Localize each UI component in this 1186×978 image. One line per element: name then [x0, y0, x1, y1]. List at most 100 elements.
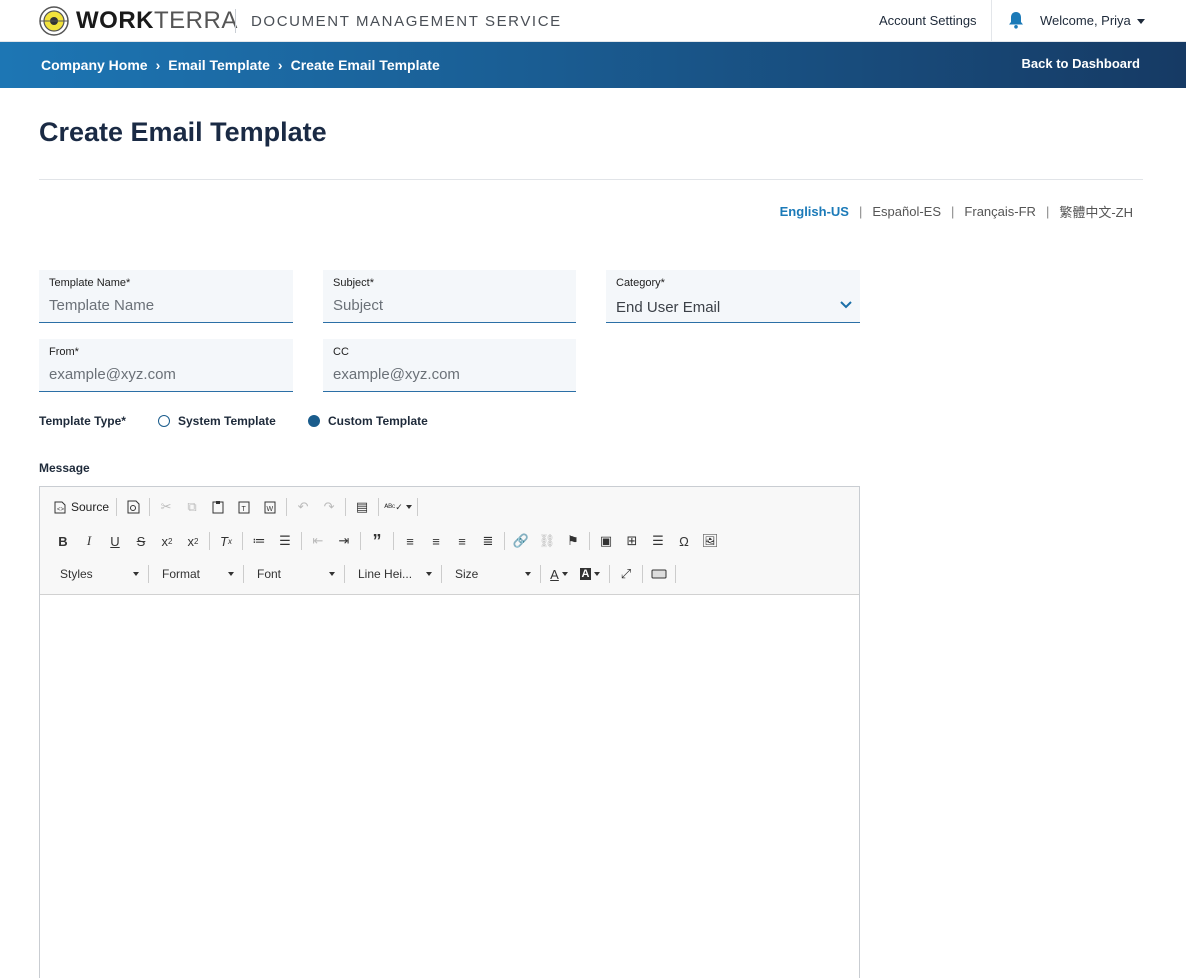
size-combo[interactable]: Size	[445, 563, 537, 585]
unlink-icon[interactable]: ⛓	[534, 530, 560, 552]
styles-combo[interactable]: Styles	[50, 563, 145, 585]
undo-icon[interactable]: ↶	[290, 496, 316, 518]
account-settings-link[interactable]: Account Settings	[879, 13, 977, 28]
toolbar-separator	[609, 565, 610, 583]
align-left-icon[interactable]: ≡	[397, 530, 423, 552]
top-header: WORKTERRA DOCUMENT MANAGEMENT SERVICE Ac…	[0, 0, 1186, 42]
outdent-icon[interactable]: ⇤	[305, 530, 331, 552]
align-right-icon[interactable]: ≡	[449, 530, 475, 552]
svg-text:<>: <>	[57, 507, 65, 513]
table-icon[interactable]: ⊞	[619, 530, 645, 552]
breadcrumb: Company Home › Email Template › Create E…	[41, 57, 440, 73]
toolbar-separator	[301, 532, 302, 550]
subscript-icon[interactable]: x2	[154, 530, 180, 552]
chevron-right-icon: ›	[277, 57, 283, 73]
placeholder-field-icon[interactable]	[646, 563, 672, 585]
user-menu[interactable]: Welcome, Priya	[1040, 13, 1145, 28]
toolbar-row-3: Styles Format Font Line Hei... Size A A …	[50, 562, 679, 586]
line-height-combo[interactable]: Line Hei...	[348, 563, 438, 585]
anchor-flag-icon[interactable]: ⚑	[560, 530, 586, 552]
chevron-down-icon	[228, 572, 234, 576]
paste-icon[interactable]	[205, 496, 231, 518]
toolbar-separator	[642, 565, 643, 583]
font-combo[interactable]: Font	[247, 563, 341, 585]
category-label: Category*	[616, 277, 665, 289]
chevron-down-icon	[133, 572, 139, 576]
category-select[interactable]: Category* End User Email	[606, 270, 860, 323]
justify-icon[interactable]: ≣	[475, 530, 501, 552]
chevron-down-icon	[561, 572, 568, 576]
breadcrumb-email-template[interactable]: Email Template	[168, 57, 270, 73]
chevron-down-icon	[426, 572, 432, 576]
numbered-list-icon[interactable]: ≔	[246, 530, 272, 552]
horizontal-rule-icon[interactable]: ☰	[645, 530, 671, 552]
bold-icon[interactable]: B	[50, 530, 76, 552]
redo-icon[interactable]: ↷	[316, 496, 342, 518]
paste-text-icon[interactable]: T	[231, 496, 257, 518]
workterra-logo[interactable]: WORKTERRA	[38, 6, 238, 36]
copy-icon[interactable]: ⧉	[179, 496, 205, 518]
editor-content-area[interactable]	[40, 595, 859, 978]
link-icon[interactable]: 🔗	[508, 530, 534, 552]
breadcrumb-company-home[interactable]: Company Home	[41, 57, 148, 73]
select-all-icon[interactable]: ▤	[349, 496, 375, 518]
from-input[interactable]	[49, 366, 279, 383]
superscript-icon[interactable]: x2	[180, 530, 206, 552]
radio-system-template[interactable]: System Template	[158, 414, 276, 428]
template-name-input[interactable]	[49, 297, 279, 314]
spellcheck-icon[interactable]: ᴬᴮᶜ✓	[382, 496, 414, 518]
toolbar-separator	[243, 565, 244, 583]
indent-icon[interactable]: ⇥	[331, 530, 357, 552]
subject-input[interactable]	[333, 297, 563, 314]
welcome-text: Welcome, Priya	[1040, 13, 1131, 28]
lang-francais-fr[interactable]: Français-FR	[964, 204, 1036, 219]
underline-icon[interactable]: U	[102, 530, 128, 552]
toolbar-separator	[344, 565, 345, 583]
cc-input[interactable]	[333, 366, 563, 383]
toolbar-separator	[504, 532, 505, 550]
align-center-icon[interactable]: ≡	[423, 530, 449, 552]
special-character-icon[interactable]: Ω	[671, 530, 697, 552]
toolbar-separator	[441, 565, 442, 583]
paste-word-icon[interactable]: W	[257, 496, 283, 518]
radio-checked-icon	[308, 415, 320, 427]
lang-english-us[interactable]: English-US	[780, 204, 849, 219]
toolbar-separator	[242, 532, 243, 550]
bell-icon[interactable]	[1008, 11, 1024, 29]
lang-espanol-es[interactable]: Español-ES	[872, 204, 941, 219]
subject-label: Subject*	[333, 277, 374, 289]
title-divider	[39, 179, 1143, 180]
toolbar-separator	[393, 532, 394, 550]
radio-custom-template[interactable]: Custom Template	[308, 414, 428, 428]
chevron-down-icon	[525, 572, 531, 576]
message-label: Message	[39, 461, 90, 475]
bulleted-list-icon[interactable]: ☰	[272, 530, 298, 552]
lang-separator: |	[1045, 204, 1050, 219]
maximize-icon[interactable]: ⤢	[613, 563, 639, 585]
background-color-icon[interactable]: A	[574, 563, 606, 585]
toolbar-separator	[360, 532, 361, 550]
blockquote-icon[interactable]: ”	[364, 530, 390, 552]
flash-icon[interactable]: ▣	[593, 530, 619, 552]
back-to-dashboard-link[interactable]: Back to Dashboard	[1022, 56, 1140, 71]
text-color-icon[interactable]: A	[544, 563, 574, 585]
lang-separator: |	[951, 204, 955, 219]
strikethrough-icon[interactable]: S	[128, 530, 154, 552]
lang-chinese-zh[interactable]: 繁體中文-ZH	[1059, 202, 1133, 221]
toolbar-separator	[540, 565, 541, 583]
breadcrumb-current: Create Email Template	[290, 57, 440, 73]
preview-icon[interactable]	[120, 496, 146, 518]
format-combo[interactable]: Format	[152, 563, 240, 585]
line-height-combo-label: Line Hei...	[358, 567, 413, 581]
image-icon[interactable]: 🖼	[697, 530, 723, 552]
from-label: From*	[49, 346, 79, 358]
source-icon: <>	[54, 501, 66, 513]
toolbar-separator	[378, 498, 380, 516]
remove-format-icon[interactable]: Tx	[213, 530, 239, 552]
message-editor: <> Source ✂ ⧉ T W ↶ ↷ ▤ ᴬᴮᶜ✓ B I U S x 2…	[39, 486, 860, 978]
source-label: Source	[71, 500, 110, 514]
cut-icon[interactable]: ✂	[153, 496, 179, 518]
italic-icon[interactable]: I	[76, 530, 102, 552]
source-button[interactable]: <> Source	[50, 496, 113, 518]
language-switcher: English-US | Español-ES | Français-FR | …	[780, 202, 1133, 221]
